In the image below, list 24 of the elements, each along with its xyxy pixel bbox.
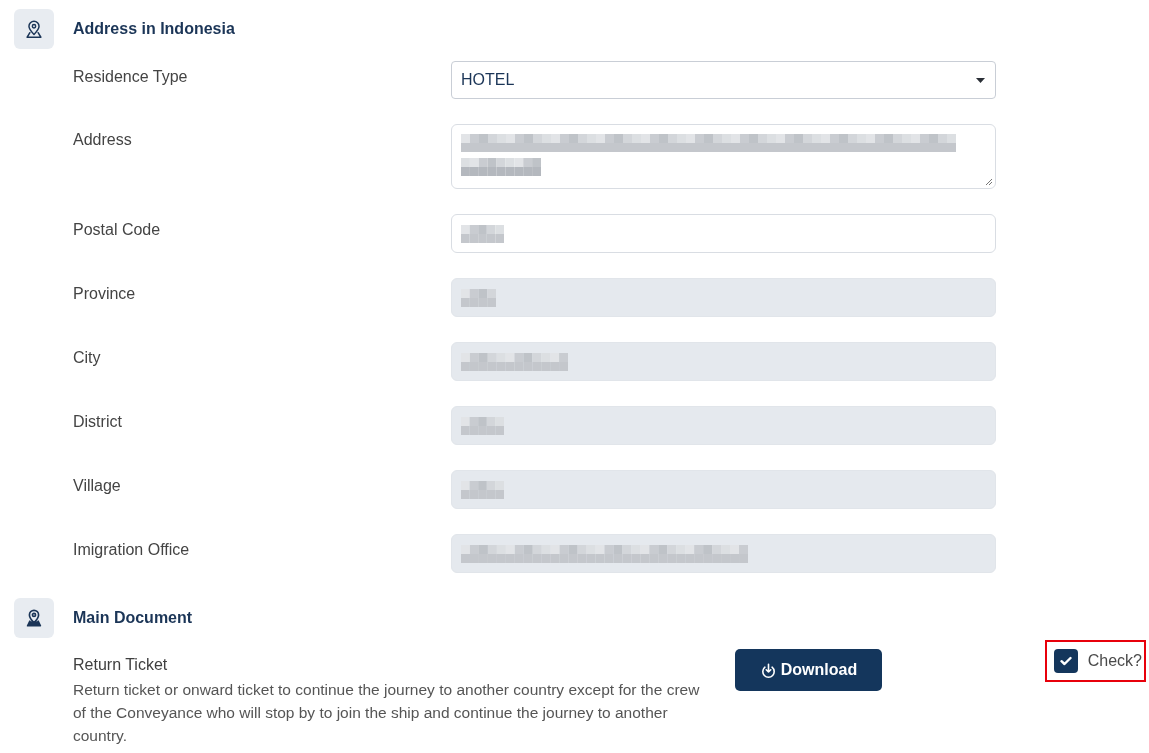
checkbox[interactable] — [1053, 649, 1078, 673]
section-title: Address in Indonesia — [73, 19, 235, 39]
field-label: Postal Code — [73, 221, 161, 238]
field-label: Address — [73, 131, 132, 148]
caret-down-icon — [976, 77, 985, 83]
download-icon — [759, 661, 777, 679]
checkbox-label: Check? — [1087, 651, 1142, 671]
residence-type-select[interactable]: HOTEL — [451, 61, 996, 99]
address-textarea[interactable] — [451, 124, 996, 189]
input-field[interactable] — [451, 214, 996, 253]
check-icon — [1059, 656, 1072, 666]
document-title: Return Ticket — [73, 655, 168, 675]
section-title: Main Document — [73, 608, 193, 628]
document-description: Return ticket or onward ticket to continue the journey to another country except for the crew of the Conveyance who will stop by to join the ship and continue the journey to another country. — [73, 680, 701, 746]
field-label: District — [73, 413, 122, 430]
resize-grip-icon — [985, 178, 993, 186]
field-label: Province — [73, 285, 136, 302]
field-label: City — [73, 349, 101, 366]
field-label: Imigration Office — [73, 541, 190, 558]
field-label: Residence Type — [73, 68, 188, 85]
download-button[interactable]: Download — [735, 649, 882, 691]
field-label: Village — [73, 477, 121, 494]
map-pin-icon — [14, 9, 54, 49]
map-pin-icon — [14, 598, 54, 638]
